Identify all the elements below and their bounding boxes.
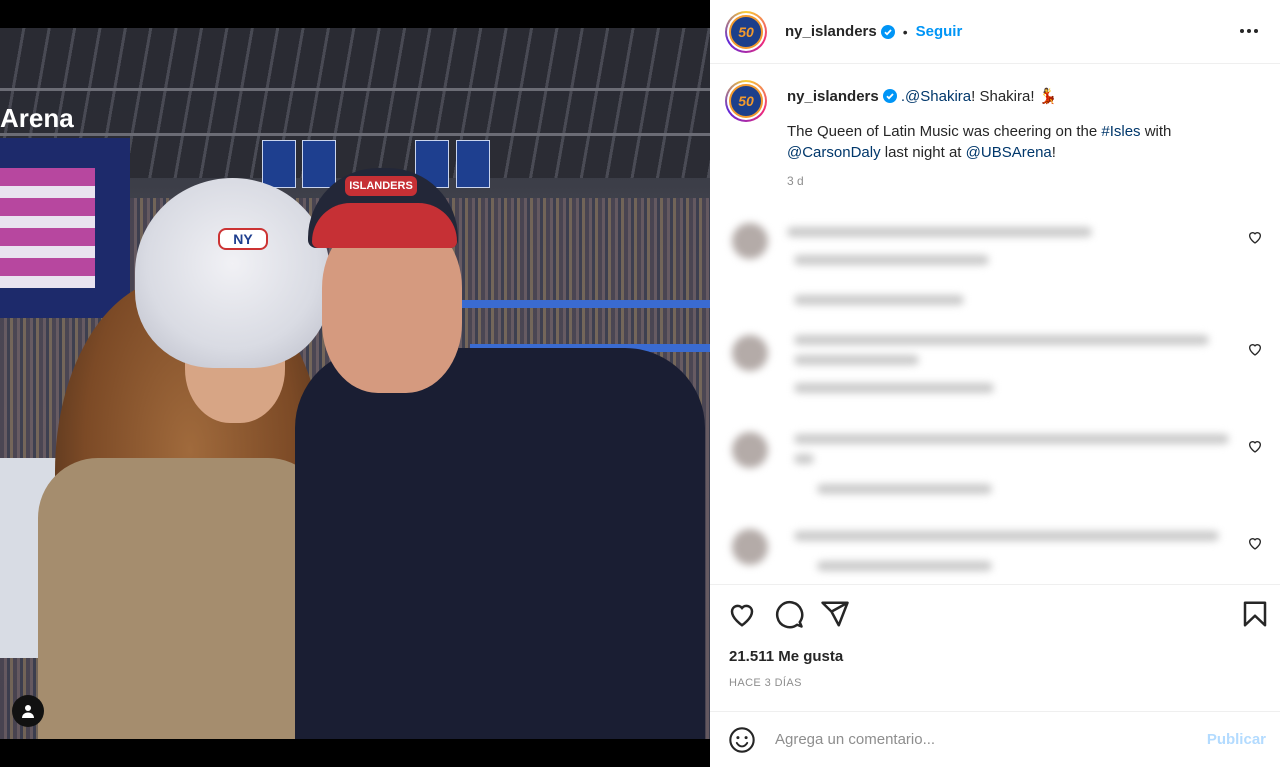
bookmark-save-icon[interactable] bbox=[1240, 599, 1270, 629]
comments-list[interactable] bbox=[722, 205, 1267, 595]
post-side-panel: 50 ny_islanders • Seguir 50 ny_islanders… bbox=[710, 0, 1280, 767]
caption-timestamp: 3 d bbox=[787, 174, 804, 188]
caption-line-1: ny_islanders .@Shakira! Shakira! 💃 bbox=[787, 86, 1265, 107]
separator-dot: • bbox=[902, 23, 908, 40]
more-options-icon[interactable] bbox=[1238, 20, 1260, 42]
blurred-comment-meta bbox=[794, 383, 994, 393]
profile-username[interactable]: ny_islanders bbox=[785, 23, 877, 40]
comment-like-icon[interactable] bbox=[1247, 438, 1263, 454]
blurred-comment-text bbox=[794, 531, 1219, 541]
emoji-icon[interactable] bbox=[728, 726, 756, 754]
blurred-reply-link bbox=[794, 295, 964, 305]
profile-avatar[interactable]: 50 bbox=[725, 10, 767, 53]
post-action-bar bbox=[710, 584, 1280, 644]
arena-sign: Arena bbox=[0, 103, 74, 133]
blurred-comment-meta bbox=[794, 255, 989, 265]
likes-count[interactable]: 21.511 Me gusta bbox=[729, 648, 843, 665]
comment-avatar[interactable] bbox=[732, 335, 768, 371]
like-heart-icon[interactable] bbox=[727, 599, 757, 629]
man-jacket bbox=[295, 348, 705, 739]
post-date: HACE 3 DÍAS bbox=[729, 677, 802, 689]
blurred-comment-meta bbox=[817, 561, 992, 571]
caption-body: ny_islanders .@Shakira! Shakira! 💃 The Q… bbox=[787, 80, 1265, 192]
caption-text: The Queen of Latin Music was cheering on… bbox=[787, 123, 1102, 140]
caption-avatar[interactable]: 50 bbox=[725, 80, 767, 122]
comment-bubble-icon[interactable] bbox=[774, 599, 804, 629]
scoreboard-flag bbox=[0, 168, 95, 288]
blurred-comment-meta bbox=[817, 484, 992, 494]
caption-text: ! bbox=[1051, 144, 1056, 161]
fur-hat bbox=[135, 178, 330, 368]
caption-text: ! Shakira! bbox=[971, 88, 1039, 105]
share-send-icon[interactable] bbox=[820, 599, 850, 629]
caption-line-2: The Queen of Latin Music was cheering on… bbox=[787, 121, 1265, 163]
ribbon-board bbox=[450, 300, 710, 308]
comment-like-icon[interactable] bbox=[1247, 229, 1263, 245]
blurred-emoji bbox=[794, 454, 814, 464]
comment-avatar[interactable] bbox=[732, 529, 768, 565]
team-logo: 50 bbox=[729, 14, 763, 49]
scoreboard bbox=[0, 138, 130, 318]
comment-like-icon[interactable] bbox=[1247, 535, 1263, 551]
dancer-emoji: 💃 bbox=[1038, 88, 1058, 105]
verified-badge-icon bbox=[882, 89, 897, 103]
hashtag-isles[interactable]: #Isles bbox=[1101, 123, 1140, 140]
instagram-post-view: Arena NY ISLANDERS 50 ny_islanders • Seg… bbox=[0, 0, 1280, 767]
mention-ubsarena[interactable]: @UBSArena bbox=[966, 144, 1052, 161]
tagged-users-button[interactable] bbox=[12, 695, 44, 727]
post-header: 50 ny_islanders • Seguir bbox=[710, 0, 1280, 64]
list-item bbox=[722, 317, 1267, 414]
caption-text: last night at bbox=[880, 144, 966, 161]
list-item bbox=[722, 511, 1267, 595]
user-icon bbox=[22, 705, 34, 718]
publish-button[interactable]: Publicar bbox=[1207, 731, 1266, 748]
caption-text: with bbox=[1140, 123, 1172, 140]
comment-input[interactable] bbox=[775, 731, 1175, 748]
blurred-comment-text bbox=[787, 227, 1092, 237]
post-photo-panel: Arena NY ISLANDERS bbox=[0, 0, 710, 767]
roof-truss bbox=[0, 88, 710, 91]
list-item bbox=[722, 205, 1267, 305]
comment-avatar[interactable] bbox=[732, 432, 768, 468]
arena-banner bbox=[456, 140, 490, 188]
arena-banner bbox=[302, 140, 336, 188]
follow-button[interactable]: Seguir bbox=[916, 23, 963, 40]
woman-coat bbox=[38, 458, 328, 739]
blurred-comment-text bbox=[794, 335, 1209, 345]
comment-avatar[interactable] bbox=[732, 223, 768, 259]
verified-badge-icon bbox=[880, 24, 895, 39]
post-photo[interactable]: Arena NY ISLANDERS bbox=[0, 28, 710, 739]
list-item bbox=[722, 414, 1267, 511]
mention-carsondaly[interactable]: @CarsonDaly bbox=[787, 144, 881, 161]
caption-username[interactable]: ny_islanders bbox=[787, 88, 879, 105]
arena-banner bbox=[262, 140, 296, 188]
cap-logo: ISLANDERS bbox=[345, 176, 417, 196]
mention-shakira[interactable]: .@Shakira bbox=[901, 88, 971, 105]
roof-truss bbox=[0, 133, 710, 136]
add-comment-bar: Publicar bbox=[710, 711, 1280, 767]
team-logo: 50 bbox=[729, 84, 763, 118]
avatar-ring-inner: 50 bbox=[727, 12, 765, 51]
comment-like-icon[interactable] bbox=[1247, 341, 1263, 357]
avatar-ring-inner: 50 bbox=[727, 82, 765, 120]
man-cap-brim bbox=[312, 203, 457, 248]
hat-logo: NY bbox=[218, 228, 268, 250]
blurred-comment-text bbox=[794, 355, 919, 365]
blurred-comment-text bbox=[794, 434, 1229, 444]
post-caption: 50 ny_islanders .@Shakira! Shakira! 💃 Th… bbox=[725, 80, 1265, 192]
